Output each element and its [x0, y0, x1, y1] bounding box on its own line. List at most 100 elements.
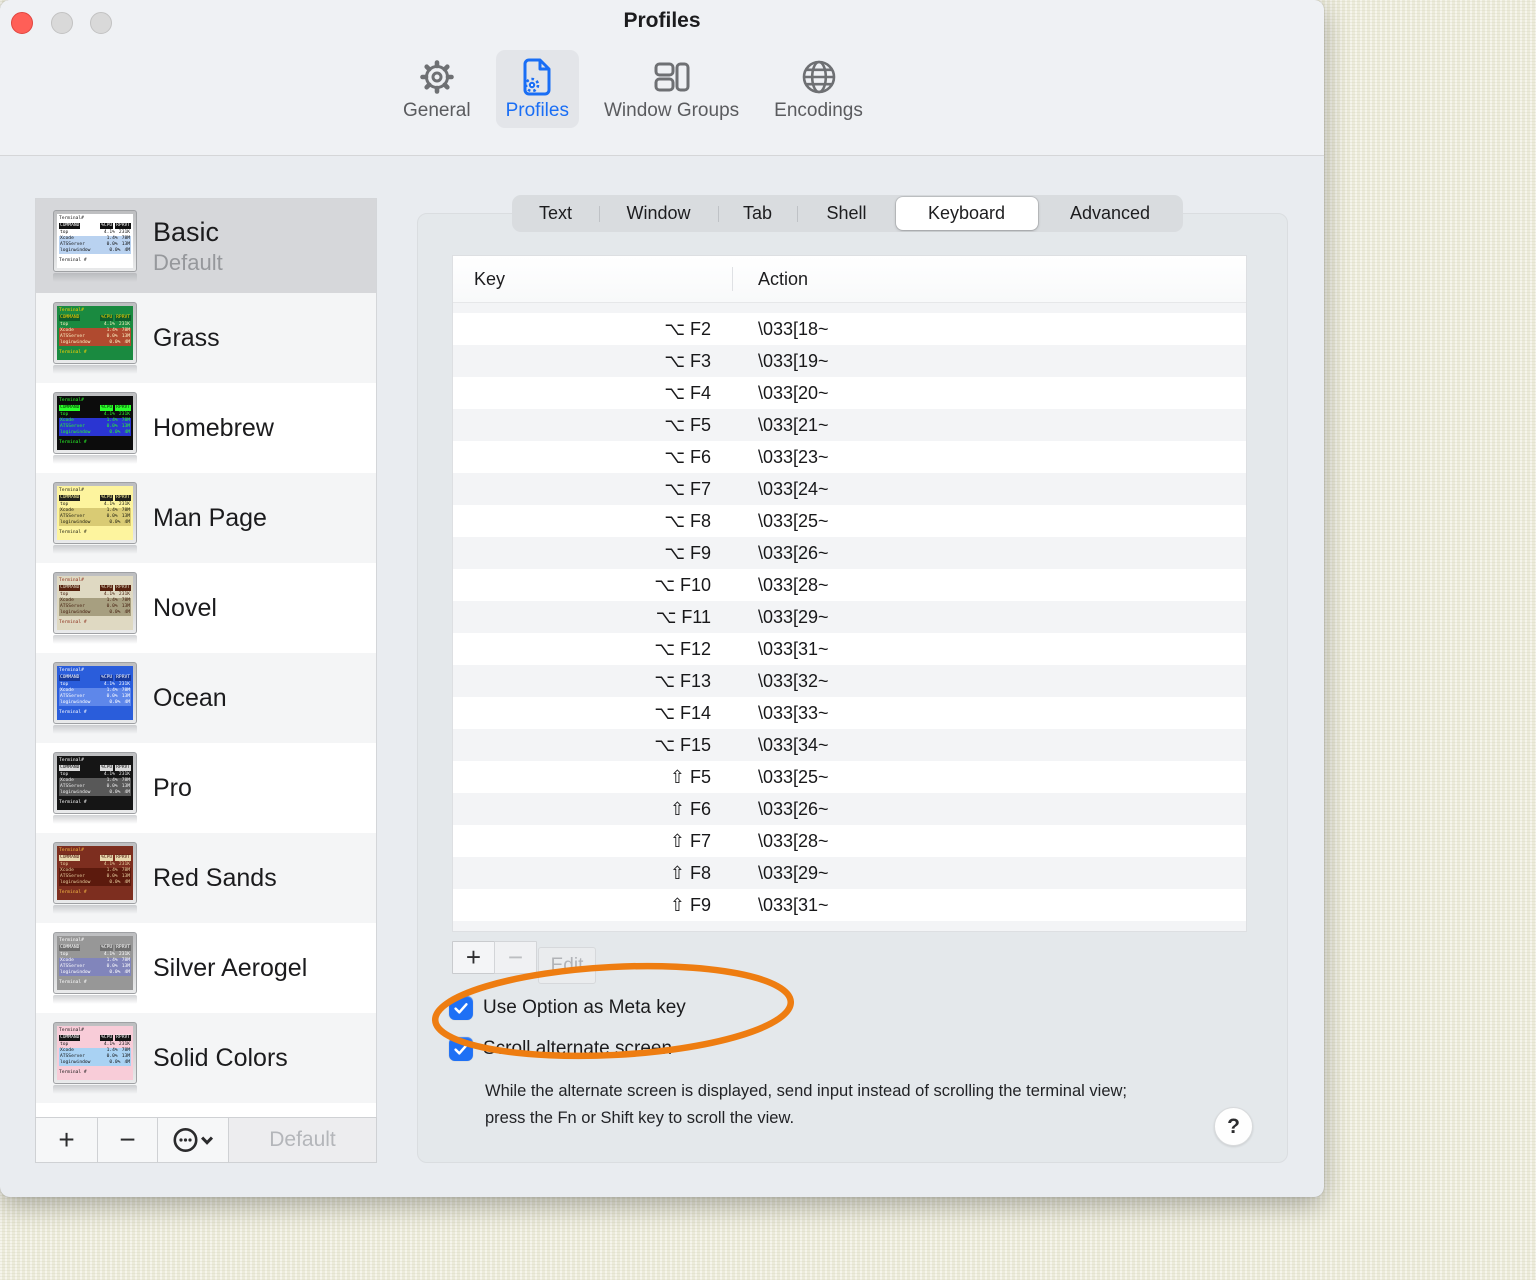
add-binding-button[interactable]: +	[452, 941, 495, 974]
thumb-cell: loginwindow	[60, 340, 91, 345]
tab-tab[interactable]: Tab	[719, 195, 797, 232]
profile-row-solid-colors[interactable]: Terminal# COMMAND %CPU RPRVT top 4.1% 231K Xcod…	[36, 1013, 376, 1103]
set-default-button[interactable]: Default	[229, 1118, 376, 1162]
column-header-key[interactable]: Key	[453, 269, 732, 290]
gear-icon	[415, 55, 459, 99]
table-row[interactable]: ⌥ F14 \033[33~	[453, 697, 1246, 729]
tab-window[interactable]: Window	[600, 195, 718, 232]
table-row[interactable]: ⇧ F8 \033[29~	[453, 857, 1246, 889]
thumb-cell: loginwindow	[60, 248, 91, 253]
tab-keyboard[interactable]: Keyboard	[895, 197, 1038, 230]
thumbnail-screen: Terminal# COMMAND %CPU RPRVT top 4.1% 231K Xcod…	[57, 576, 133, 630]
profile-row-silver-aerogel[interactable]: Terminal# COMMAND %CPU RPRVT top 4.1% 231K Xcod…	[36, 923, 376, 1013]
thumbnail-frame: Terminal# COMMAND %CPU RPRVT top 4.1% 231K Xcod…	[53, 210, 137, 272]
column-header-action[interactable]: Action	[733, 269, 808, 290]
modifier-symbol: ⌥	[654, 574, 675, 596]
key-cell: ⌥ F2	[664, 318, 711, 340]
thumb-header-chip: %CPU	[100, 223, 114, 229]
profile-row-pro[interactable]: Terminal# COMMAND %CPU RPRVT top 4.1% 231K Xcod…	[36, 743, 376, 833]
use-option-as-meta-checkbox[interactable]	[449, 996, 473, 1020]
thumbnail-screen: Terminal# COMMAND %CPU RPRVT top 4.1% 231K Xcod…	[57, 756, 133, 810]
profile-row-novel[interactable]: Terminal# COMMAND %CPU RPRVT top 4.1% 231K Xcod…	[36, 563, 376, 653]
thumbnail-frame: Terminal# COMMAND %CPU RPRVT top 4.1% 231K Xcod…	[53, 392, 137, 454]
table-row[interactable]: ⌥ F2 \033[18~	[453, 313, 1246, 345]
thumb-prompt: Terminal #	[59, 258, 87, 263]
thumbnail-frame: Terminal# COMMAND %CPU RPRVT top 4.1% 231K Xcod…	[53, 752, 137, 814]
thumb-cell: 4M	[124, 700, 130, 705]
table-row[interactable]: ⌥ F13 \033[32~	[453, 665, 1246, 697]
thumb-cell: 4M	[124, 610, 130, 615]
table-row[interactable]: ⌥ F10 \033[28~	[453, 569, 1246, 601]
profile-row-grass[interactable]: Terminal# COMMAND %CPU RPRVT top 4.1% 231K Xcod…	[36, 293, 376, 383]
toolbar-item-profiles[interactable]: Profiles	[495, 50, 579, 128]
tab-advanced[interactable]: Advanced	[1038, 195, 1183, 232]
profile-row-basic[interactable]: Terminal# COMMAND %CPU RPRVT top 4.1% 231K Xcod…	[36, 199, 376, 293]
table-row[interactable]: ⌥ F9 \033[26~	[453, 537, 1246, 569]
profile-tabs: Text Window Tab Shell Keyboard Advanced	[512, 195, 1183, 232]
key-cell: ⌥ F10	[654, 574, 711, 596]
key-cell: ⇧ F8	[669, 862, 711, 884]
profile-row-ocean[interactable]: Terminal# COMMAND %CPU RPRVT top 4.1% 231K Xcod…	[36, 653, 376, 743]
titlebar: Profiles General Profiles Window Groups Enc…	[0, 0, 1324, 156]
table-row[interactable]: ⌥ F11 \033[29~	[453, 601, 1246, 633]
table-row[interactable]: ⌥ F12 \033[31~	[453, 633, 1246, 665]
action-cell: \033[32~	[758, 670, 829, 691]
toolbar-item-encodings[interactable]: Encodings	[764, 50, 873, 128]
toolbar-item-window-groups[interactable]: Window Groups	[594, 50, 749, 128]
thumb-prompt: Terminal #	[59, 890, 87, 895]
thumb-header-chip: COMMAND	[59, 945, 81, 951]
modifier-symbol: ⌥	[654, 638, 675, 660]
profile-actions-menu-button[interactable]	[158, 1118, 229, 1162]
table-row[interactable]: ⌥ F6 \033[23~	[453, 441, 1246, 473]
profile-thumbnail: Terminal# COMMAND %CPU RPRVT top 4.1% 231K Xcod…	[53, 842, 141, 914]
table-row[interactable]: ⇧ F5 \033[25~	[453, 761, 1246, 793]
profile-row-homebrew[interactable]: Terminal# COMMAND %CPU RPRVT top 4.1% 231K Xcod…	[36, 383, 376, 473]
table-row[interactable]: ⇧ F9 \033[31~	[453, 889, 1246, 921]
remove-binding-button[interactable]: −	[494, 941, 537, 974]
table-row[interactable]: ⌥ F15 \033[34~	[453, 729, 1246, 761]
thumb-cell: loginwindow	[60, 700, 91, 705]
profile-name: Basic	[153, 216, 220, 247]
action-cell: \033[34~	[758, 734, 829, 755]
table-row[interactable]: ⇧ F6 \033[26~	[453, 793, 1246, 825]
scroll-alternate-screen-checkbox[interactable]	[449, 1037, 473, 1061]
profile-row-red-sands[interactable]: Terminal# COMMAND %CPU RPRVT top 4.1% 231K Xcod…	[36, 833, 376, 923]
modifier-symbol: ⇧	[669, 862, 685, 884]
modifier-symbol: ⌥	[664, 510, 685, 532]
table-row[interactable]: ⌥ F3 \033[19~	[453, 345, 1246, 377]
thumb-cell: 4M	[124, 970, 130, 975]
thumb-header: COMMAND %CPU RPRVT	[59, 945, 131, 951]
tab-text[interactable]: Text	[513, 195, 599, 232]
profile-row-man-page[interactable]: Terminal# COMMAND %CPU RPRVT top 4.1% 231K Xcod…	[36, 473, 376, 563]
thumb-row: loginwindow 0.0% 4M	[59, 248, 131, 254]
terminal-preferences-window: Profiles General Profiles Window Groups Enc…	[0, 0, 1324, 1197]
table-row[interactable]: ⌥ F4 \033[20~	[453, 377, 1246, 409]
table-row[interactable]: ⌥ F7 \033[24~	[453, 473, 1246, 505]
thumbnail-reflection	[53, 815, 137, 824]
tab-shell[interactable]: Shell	[798, 195, 896, 232]
thumbnail-reflection	[53, 545, 137, 554]
remove-profile-button[interactable]: −	[98, 1118, 158, 1162]
table-row[interactable]: ⇧ F7 \033[28~	[453, 825, 1246, 857]
help-button[interactable]: ?	[1214, 1107, 1253, 1146]
table-row[interactable]: ⌥ F8 \033[25~	[453, 505, 1246, 537]
checkmark-icon	[454, 1044, 468, 1055]
add-profile-button[interactable]: +	[36, 1118, 98, 1162]
action-cell: \033[19~	[758, 350, 829, 371]
table-row[interactable]: ⌥ F5 \033[21~	[453, 409, 1246, 441]
action-cell: \033[29~	[758, 862, 829, 883]
desktop-background: Profiles General Profiles Window Groups Enc…	[0, 0, 1536, 1280]
checkbox-label: Use Option as Meta key	[483, 997, 686, 1018]
action-cell: \033[25~	[758, 510, 829, 531]
key-cell: ⌥ F12	[654, 638, 711, 660]
profile-text: Basic Default	[153, 217, 223, 276]
thumb-cell: 0.0%	[109, 700, 121, 705]
key-bindings-table: Key Action ⌥ F2 \033[18~ ⌥ F3 \033[19~ ⌥ F4 \…	[452, 255, 1247, 932]
thumbnail-reflection	[53, 365, 137, 374]
thumb-header-chip: RPRVT	[115, 405, 131, 411]
toolbar-item-general[interactable]: General	[393, 50, 481, 128]
profile-name: Novel	[153, 593, 217, 622]
modifier-symbol: ⌥	[654, 702, 675, 724]
thumbnail-reflection	[53, 635, 137, 644]
edit-binding-button[interactable]: Edit	[538, 947, 596, 984]
